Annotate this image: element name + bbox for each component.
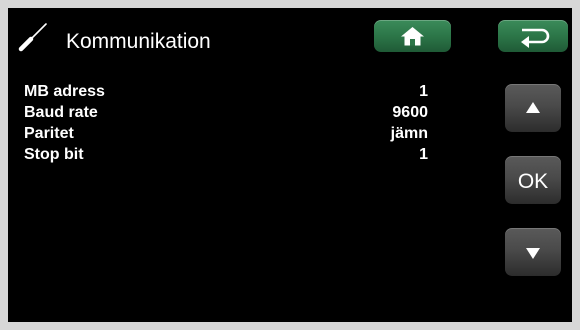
setting-label: Baud rate	[24, 104, 98, 121]
setting-row-stop-bit[interactable]: Stop bit 1	[24, 144, 428, 165]
setting-row-mb-adress[interactable]: MB adress 1	[24, 81, 428, 102]
scroll-up-button[interactable]	[505, 84, 561, 132]
down-arrow-icon	[526, 248, 540, 259]
ok-button[interactable]: OK	[505, 156, 561, 204]
setting-label: MB adress	[24, 83, 105, 100]
display-screen: Kommunikation MB adress 1 Baud rate 9600…	[8, 8, 572, 322]
setting-value: 9600	[392, 104, 428, 121]
setting-value: 1	[419, 83, 428, 100]
setting-value: 1	[419, 146, 428, 163]
back-arrow-icon	[521, 28, 550, 48]
setting-label: Stop bit	[24, 146, 84, 163]
setting-row-paritet[interactable]: Paritet jämn	[24, 123, 428, 144]
setting-value: jämn	[390, 125, 428, 142]
back-button[interactable]	[498, 20, 568, 52]
home-button[interactable]	[374, 20, 451, 52]
home-icon	[401, 27, 424, 46]
page-title: Kommunikation	[66, 30, 211, 53]
ok-button-label: OK	[517, 170, 549, 193]
up-arrow-icon	[526, 102, 540, 113]
settings-list: MB adress 1 Baud rate 9600 Paritet jämn …	[24, 81, 428, 165]
scroll-down-button[interactable]	[505, 228, 561, 276]
setting-label: Paritet	[24, 125, 74, 142]
screwdriver-icon	[18, 23, 47, 52]
setting-row-baud-rate[interactable]: Baud rate 9600	[24, 102, 428, 123]
